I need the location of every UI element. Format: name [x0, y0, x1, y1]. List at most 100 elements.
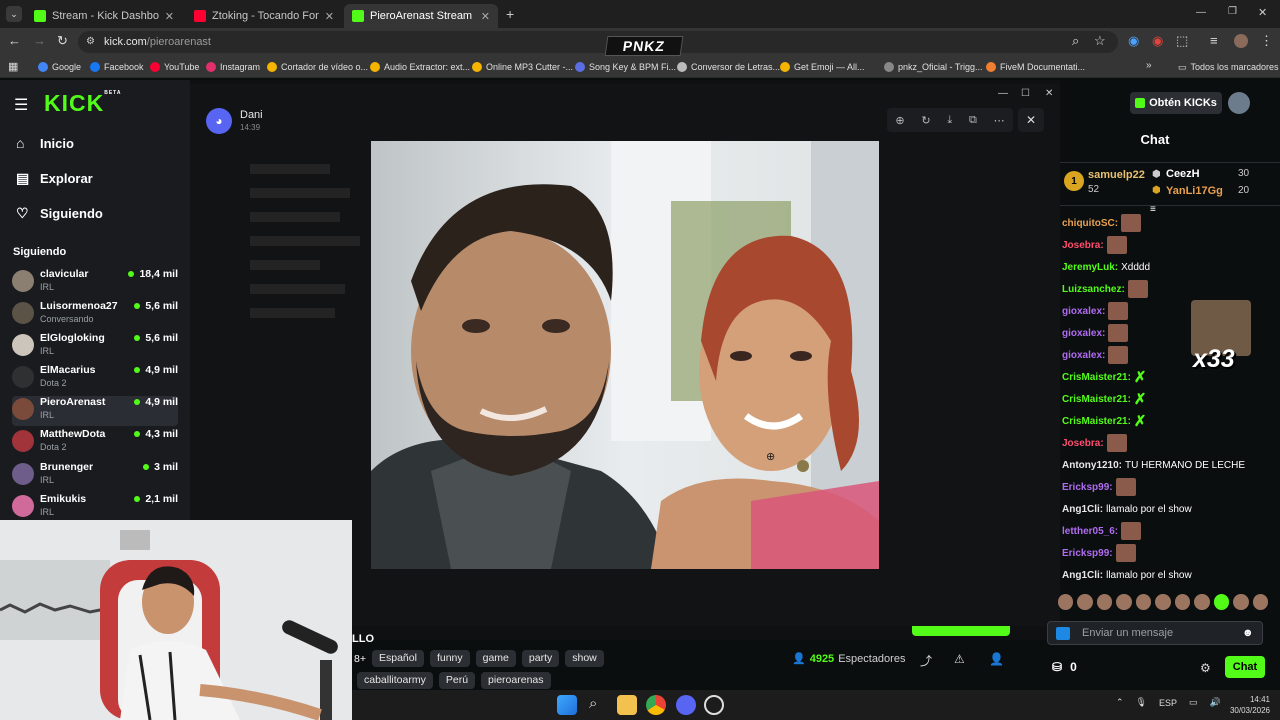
window-close-icon[interactable]: ✕: [1258, 6, 1267, 19]
window-minimize-icon[interactable]: —: [1196, 7, 1206, 18]
bookmark-audio-extractor[interactable]: Audio Extractor: ext...: [370, 60, 470, 74]
chrome-icon[interactable]: [646, 695, 666, 715]
close-viewer-button[interactable]: ✕: [1018, 108, 1044, 132]
discord-close-icon[interactable]: ✕: [1045, 88, 1053, 99]
tray-overflow-icon[interactable]: ⌃: [1116, 697, 1124, 708]
reading-list-icon[interactable]: ≡: [1210, 33, 1218, 48]
back-arrow-icon[interactable]: ←: [8, 33, 21, 48]
chat-username[interactable]: Antony1210:: [1062, 460, 1122, 471]
kick-logo[interactable]: KICKBETA: [44, 90, 121, 117]
all-bookmarks-folder[interactable]: ▭ Todos los marcadores: [1178, 60, 1279, 74]
forward-arrow-icon[interactable]: →: [33, 33, 46, 48]
get-kicks-button[interactable]: Obtén KICKs: [1130, 92, 1222, 114]
followed-channel-elmacarius[interactable]: ElMacarius Dota 2 4,9 mil: [12, 364, 178, 394]
window-restore-icon[interactable]: ❐: [1228, 6, 1237, 17]
emote-icon[interactable]: [1116, 594, 1132, 610]
rotate-icon[interactable]: ↻: [921, 114, 930, 127]
bookmark-google[interactable]: Google: [38, 60, 81, 74]
site-info-icon[interactable]: ⚙: [86, 36, 95, 47]
bookmark-song-key[interactable]: Song Key & BPM Fi...: [575, 60, 676, 74]
emote-icon[interactable]: [1174, 594, 1191, 610]
new-tab-button[interactable]: +: [506, 6, 514, 22]
chat-badge-icon[interactable]: [1056, 627, 1070, 640]
open-external-icon[interactable]: ⧉: [969, 114, 977, 127]
nav-siguiendo[interactable]: ♡ Siguiendo: [16, 205, 103, 222]
shared-photo[interactable]: [371, 141, 879, 569]
tag-caballitoarmy[interactable]: caballitoarmy: [357, 672, 433, 689]
extensions-puzzle-icon[interactable]: ⬚: [1176, 33, 1188, 49]
tag-show[interactable]: show: [565, 650, 604, 667]
discord-minimize-icon[interactable]: —: [998, 88, 1008, 99]
volume-icon[interactable]: 🔊: [1210, 697, 1221, 708]
emoji-picker-icon[interactable]: ☻: [1242, 627, 1254, 639]
chat-username[interactable]: gioxalex:: [1062, 350, 1105, 361]
chat-filter-icon[interactable]: ≡: [1150, 204, 1156, 215]
tag-game[interactable]: game: [475, 650, 516, 667]
followed-channel-elglogloking[interactable]: ElGlogloking IRL 5,6 mil: [12, 332, 178, 362]
search-icon[interactable]: ⌕: [589, 695, 597, 712]
tag-party[interactable]: party: [521, 650, 560, 667]
apps-grid-icon[interactable]: ▦: [8, 60, 18, 73]
discord-maximize-icon[interactable]: ☐: [1021, 88, 1030, 99]
bookmark-instagram[interactable]: Instagram: [206, 60, 260, 74]
bookmark-video-cutter[interactable]: Cortador de vídeo o...: [267, 60, 368, 74]
chat-settings-gear-icon[interactable]: ⚙: [1200, 661, 1211, 675]
browser-menu-icon[interactable]: ⋮: [1260, 33, 1273, 49]
chat-username[interactable]: CrisMaister21:: [1062, 394, 1131, 405]
bookmarks-overflow-icon[interactable]: »: [1146, 60, 1152, 71]
follow-user-icon[interactable]: 👤: [989, 652, 1004, 666]
leader-1-name[interactable]: samuelp22: [1088, 169, 1145, 181]
emote-icon[interactable]: [1233, 594, 1249, 610]
chat-username[interactable]: chiquitoSC:: [1062, 218, 1118, 229]
chat-username[interactable]: CrisMaister21:: [1062, 416, 1131, 427]
leader-3-name[interactable]: YanLi17Gg: [1166, 185, 1223, 197]
bookmark-facebook[interactable]: Facebook: [90, 60, 144, 74]
tag-pieroarenas[interactable]: pieroarenas: [481, 672, 551, 689]
bookmark-fivem-docs[interactable]: FiveM Documentati...: [986, 60, 1085, 74]
followed-channel-luisormenoa27[interactable]: Luisormenoa27 Conversando 5,6 mil: [12, 300, 178, 330]
close-tab-icon[interactable]: ✕: [165, 10, 174, 23]
send-chat-button[interactable]: Chat: [1225, 656, 1265, 678]
chat-username[interactable]: Luizsanchez:: [1062, 284, 1125, 295]
chat-username[interactable]: Ang1Cli:: [1062, 570, 1103, 581]
chat-username[interactable]: Josebra:: [1062, 240, 1104, 251]
chat-username[interactable]: CrisMaister21:: [1062, 372, 1131, 383]
download-icon[interactable]: ⤓: [947, 114, 952, 127]
language-indicator[interactable]: ESP: [1159, 698, 1177, 708]
file-explorer-icon[interactable]: [617, 695, 637, 715]
chat-username[interactable]: Ang1Cli:: [1062, 504, 1103, 515]
taskbar-clock[interactable]: 14:41 30/03/2026: [1226, 694, 1270, 716]
chat-username[interactable]: Ericksp99:: [1062, 548, 1113, 559]
chat-username[interactable]: letther05_6:: [1062, 526, 1118, 537]
bookmark-get-emoji[interactable]: Get Emoji — All...: [780, 60, 865, 74]
discord-icon[interactable]: [676, 695, 696, 715]
close-tab-icon[interactable]: ✕: [325, 10, 334, 23]
chat-username[interactable]: gioxalex:: [1062, 306, 1105, 317]
follow-button[interactable]: [912, 626, 1010, 636]
tag-funny[interactable]: funny: [429, 650, 470, 667]
user-avatar[interactable]: [1228, 92, 1250, 114]
chat-username[interactable]: gioxalex:: [1062, 328, 1105, 339]
close-tab-icon[interactable]: ✕: [481, 10, 490, 23]
emote-icon[interactable]: [1252, 594, 1268, 610]
chat-username[interactable]: JeremyLuk:: [1062, 262, 1118, 273]
reload-icon[interactable]: ↻: [57, 33, 68, 49]
bookmark-pnkz-oficial[interactable]: pnkz_Oficial - Trigg...: [884, 60, 983, 74]
microphone-icon[interactable]: 🎙: [1136, 697, 1147, 708]
emote-icon[interactable]: [1194, 594, 1210, 610]
tag-peru[interactable]: Perú: [438, 672, 476, 689]
zoom-in-icon[interactable]: ⊕: [895, 114, 904, 127]
profile-avatar[interactable]: [1234, 34, 1248, 48]
followed-channel-emikukis[interactable]: Emikukis IRL 2,1 mil: [12, 493, 178, 523]
chat-username[interactable]: Josebra:: [1062, 438, 1104, 449]
bookmark-youtube[interactable]: YouTube: [150, 60, 199, 74]
chat-username[interactable]: Ericksp99:: [1062, 482, 1113, 493]
browser-tab-kick-dashboard[interactable]: Stream - Kick Dashboard ✕: [26, 4, 182, 28]
bookmark-star-icon[interactable]: ☆: [1094, 33, 1106, 49]
bookmark-mp3-cutter[interactable]: Online MP3 Cutter -...: [472, 60, 573, 74]
nav-explorar[interactable]: ▤ Explorar: [16, 170, 93, 187]
zoom-icon[interactable]: ⌕: [1072, 33, 1079, 49]
browser-tab-youtube[interactable]: Ztoking - Tocando Fondo [Offici ✕: [186, 4, 342, 28]
nav-inicio[interactable]: ⌂ Inicio: [16, 135, 74, 151]
bookmark-conversor-letras[interactable]: Conversor de Letras...: [677, 60, 780, 74]
